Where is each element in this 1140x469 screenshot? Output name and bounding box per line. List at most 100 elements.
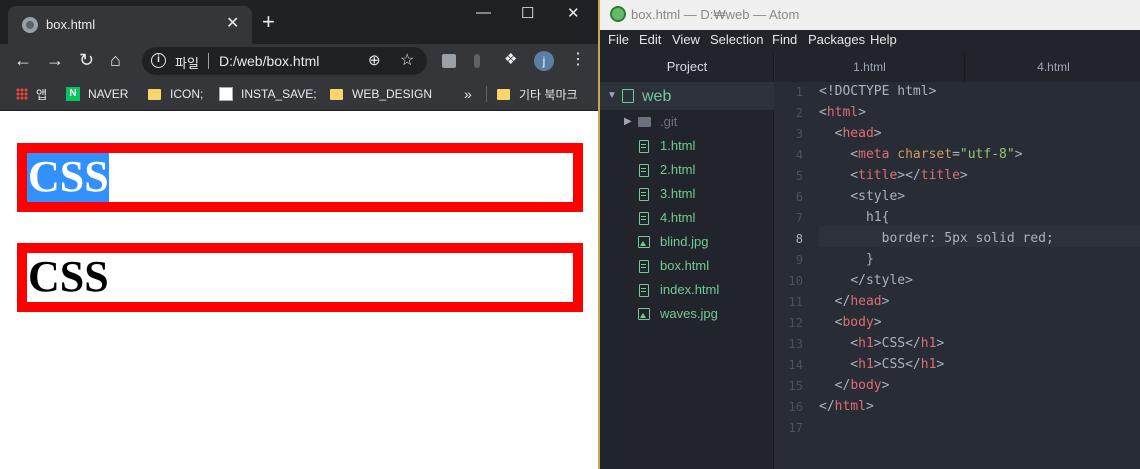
bookmark-icon-folder[interactable]: ICON; xyxy=(148,86,203,102)
reload-icon[interactable]: ↻ xyxy=(79,50,94,70)
bookmark-naver[interactable]: N NAVER xyxy=(66,86,128,102)
tab-close-icon[interactable]: ✕ xyxy=(226,15,239,33)
tree-item-3-html[interactable]: 3.html xyxy=(600,183,774,207)
tree-item-2-html[interactable]: 2.html xyxy=(600,159,774,183)
tab-4-html[interactable]: 4.html xyxy=(965,52,1140,82)
tree-item-git[interactable]: ▶ .git xyxy=(600,111,774,135)
globe-icon xyxy=(22,17,38,33)
repo-icon xyxy=(622,89,634,103)
new-tab-button[interactable]: + xyxy=(262,11,275,33)
line-number: 11 xyxy=(788,295,803,309)
chevron-down-icon[interactable]: ▼ xyxy=(607,90,617,101)
other-bookmarks[interactable]: 기타 북마크 xyxy=(497,86,578,102)
tab-strip: box.html ✕ + — ☐ ✕ xyxy=(0,0,598,44)
heading-1: CSS xyxy=(17,143,583,212)
atom-window-title: box.html — D:₩web — Atom xyxy=(631,7,800,22)
editor-tabs: 1.html 4.html xyxy=(775,52,1140,82)
file-icon xyxy=(639,140,649,153)
code-line-16: </html> xyxy=(819,399,874,414)
page-viewport: CSS CSS xyxy=(0,111,598,469)
code-editor[interactable]: 1 2 3 4 5 6 7 8 9 10 11 12 13 14 15 16 1… xyxy=(775,82,1140,469)
folder-icon xyxy=(497,88,510,100)
bookmark-star-icon[interactable]: ☆ xyxy=(400,50,414,70)
extension-icon[interactable] xyxy=(442,54,456,68)
menu-view[interactable]: View xyxy=(672,32,700,47)
menu-help[interactable]: Help xyxy=(870,32,897,47)
chrome-window: box.html ✕ + — ☐ ✕ ← → ↻ ⌂ i 파일 D:/web/b… xyxy=(0,0,598,469)
atom-logo-icon xyxy=(610,6,626,22)
chevron-right-icon[interactable]: ▶ xyxy=(624,116,632,127)
menu-kebab-icon[interactable]: ⋮ xyxy=(570,50,586,70)
back-arrow-icon[interactable]: ← xyxy=(14,50,32,70)
line-number: 14 xyxy=(788,358,803,372)
line-number: 16 xyxy=(788,400,803,414)
project-tab[interactable]: Project xyxy=(600,52,774,82)
bookmark-insta-save[interactable]: INSTA_SAVE; xyxy=(219,86,317,102)
code-line-2: <html> xyxy=(819,105,866,120)
folder-icon xyxy=(638,117,651,127)
code-line-11: </head> xyxy=(819,294,890,309)
url-text[interactable]: D:/web/box.html xyxy=(219,53,319,69)
heading-text[interactable]: CSS xyxy=(27,253,109,302)
menu-find[interactable]: Find xyxy=(772,32,797,47)
bookmarks-bar: 앱 N NAVER ICON; INSTA_SAVE; WEB_DESIGN »… xyxy=(0,78,598,111)
tab-box-html[interactable]: box.html ✕ xyxy=(8,6,252,44)
maximize-button[interactable]: ☐ xyxy=(521,4,534,22)
menu-packages[interactable]: Packages xyxy=(808,32,865,47)
folder-icon xyxy=(330,88,343,100)
code-line-5: <title></title> xyxy=(819,168,968,183)
tab-1-html[interactable]: 1.html xyxy=(775,52,965,82)
page-icon xyxy=(219,87,233,101)
heading-2: CSS xyxy=(17,243,583,312)
code-line-8: border: 5px solid red; xyxy=(881,231,1054,246)
code-line-10: </style> xyxy=(850,273,913,288)
tree-item-box-html[interactable]: box.html xyxy=(600,255,774,279)
browser-toolbar: ← → ↻ ⌂ i 파일 D:/web/box.html ⊕ ☆ ❖ j ⋮ xyxy=(0,44,598,78)
file-icon xyxy=(639,188,649,201)
code-line-12: <body> xyxy=(819,315,882,330)
line-number: 1 xyxy=(795,85,803,99)
more-bookmarks-button[interactable]: » xyxy=(464,86,472,102)
line-number: 13 xyxy=(788,337,803,351)
atom-titlebar: box.html — D:₩web — Atom xyxy=(600,0,1140,30)
file-icon xyxy=(639,284,649,297)
apps-grid-icon xyxy=(16,88,28,100)
line-number: 5 xyxy=(795,169,803,183)
info-icon[interactable]: i xyxy=(151,53,166,68)
line-number: 7 xyxy=(795,211,803,225)
code-line-7: h1{ xyxy=(865,210,890,225)
line-number: 17 xyxy=(788,421,803,435)
scheme-label: 파일 xyxy=(175,56,199,71)
line-number: 10 xyxy=(788,274,803,288)
selected-heading-text[interactable]: CSS xyxy=(27,153,109,202)
tree-item-1-html[interactable]: 1.html xyxy=(600,135,774,159)
code-line-3: <head> xyxy=(819,126,882,141)
image-icon xyxy=(638,236,650,248)
tree-root-web[interactable]: ▼ web xyxy=(600,82,774,110)
close-window-button[interactable]: ✕ xyxy=(567,4,580,22)
folder-icon xyxy=(148,88,161,100)
menu-edit[interactable]: Edit xyxy=(639,32,661,47)
forward-arrow-icon[interactable]: → xyxy=(46,50,64,70)
bookmark-apps[interactable]: 앱 xyxy=(16,86,47,102)
code-line-15: </body> xyxy=(819,378,890,393)
home-icon[interactable]: ⌂ xyxy=(110,50,121,70)
atom-window: box.html — D:₩web — Atom File Edit View … xyxy=(598,0,1140,469)
file-icon xyxy=(639,164,649,177)
image-icon xyxy=(638,308,650,320)
tree-item-index-html[interactable]: index.html xyxy=(600,279,774,303)
profile-avatar[interactable]: j xyxy=(534,51,554,71)
key-extension-icon[interactable] xyxy=(474,54,480,68)
tree-item-blind-jpg[interactable]: blind.jpg xyxy=(600,231,774,255)
puzzle-icon[interactable]: ❖ xyxy=(504,50,517,70)
minimize-button[interactable]: — xyxy=(476,4,491,21)
bookmark-web-design[interactable]: WEB_DESIGN xyxy=(330,86,432,102)
menu-selection[interactable]: Selection xyxy=(710,32,763,47)
line-number: 9 xyxy=(795,253,803,267)
menu-file[interactable]: File xyxy=(608,32,629,47)
tree-item-waves-jpg[interactable]: waves.jpg xyxy=(600,303,774,327)
code-line-9: } xyxy=(865,252,874,267)
zoom-icon[interactable]: ⊕ xyxy=(368,51,381,69)
tree-item-4-html[interactable]: 4.html xyxy=(600,207,774,231)
address-bar[interactable]: i 파일 D:/web/box.html ⊕ ☆ xyxy=(142,47,427,75)
